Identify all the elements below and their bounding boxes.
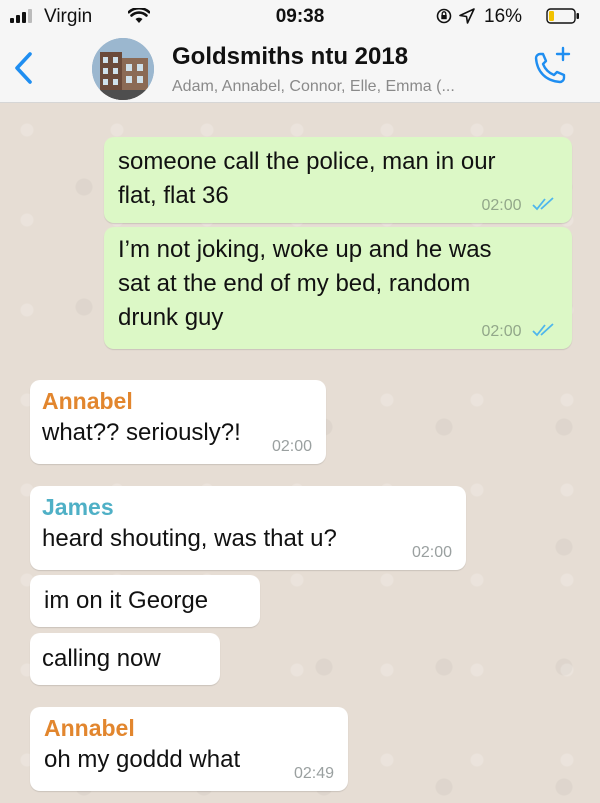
- location-arrow-icon: [459, 8, 475, 24]
- battery-percentage: 16%: [484, 6, 523, 27]
- double-tick-read-icon: [532, 197, 554, 211]
- chat-participants[interactable]: Adam, Annabel, Connor, Elle, Emma (...: [172, 78, 455, 96]
- sender-name: James: [42, 494, 114, 520]
- message-text-line: sat at the end of my bed, random: [118, 270, 471, 297]
- incoming-message[interactable]: Annabel what?? seriously?! 02:00: [30, 380, 326, 464]
- message-text-line: oh my goddd what: [44, 746, 241, 773]
- status-bar: Virgin 09:38 16%: [0, 0, 600, 32]
- outgoing-message[interactable]: someone call the police, man in our flat…: [104, 137, 572, 223]
- back-chevron-icon[interactable]: [10, 50, 38, 86]
- message-time: 02:00: [411, 544, 452, 561]
- message-text-line: someone call the police, man in our: [118, 148, 496, 175]
- message-text-line: im on it George: [44, 587, 209, 614]
- outgoing-message[interactable]: I’m not joking, woke up and he was sat a…: [104, 227, 572, 349]
- group-avatar[interactable]: [92, 38, 154, 100]
- message-list[interactable]: someone call the police, man in our flat…: [0, 103, 600, 803]
- add-call-icon[interactable]: [528, 46, 574, 90]
- message-time: 02:00: [481, 323, 522, 340]
- building-photo-icon: [92, 38, 154, 100]
- incoming-message[interactable]: im on it George: [30, 575, 260, 627]
- message-time: 02:00: [271, 438, 312, 455]
- chat-header: Goldsmiths ntu 2018 Adam, Annabel, Conno…: [0, 32, 600, 103]
- sender-name: Annabel: [42, 388, 133, 414]
- chat-title[interactable]: Goldsmiths ntu 2018: [172, 43, 408, 71]
- message-time: 02:49: [293, 765, 334, 782]
- sender-name: Annabel: [44, 715, 135, 741]
- message-time: 02:00: [481, 197, 522, 214]
- battery-icon: [546, 8, 579, 24]
- incoming-message[interactable]: calling now: [30, 633, 220, 685]
- message-text-line: calling now: [42, 645, 161, 672]
- incoming-message[interactable]: James heard shouting, was that u? 02:00: [30, 486, 466, 570]
- message-meta: 02:00: [482, 323, 559, 341]
- message-text-line: heard shouting, was that u?: [42, 525, 337, 552]
- incoming-message[interactable]: Annabel oh my goddd what 02:49: [30, 707, 348, 791]
- message-text-line: I’m not joking, woke up and he was: [118, 236, 492, 263]
- double-tick-read-icon: [532, 323, 554, 337]
- rotation-lock-icon: [436, 8, 452, 24]
- message-meta: 02:00: [482, 197, 559, 215]
